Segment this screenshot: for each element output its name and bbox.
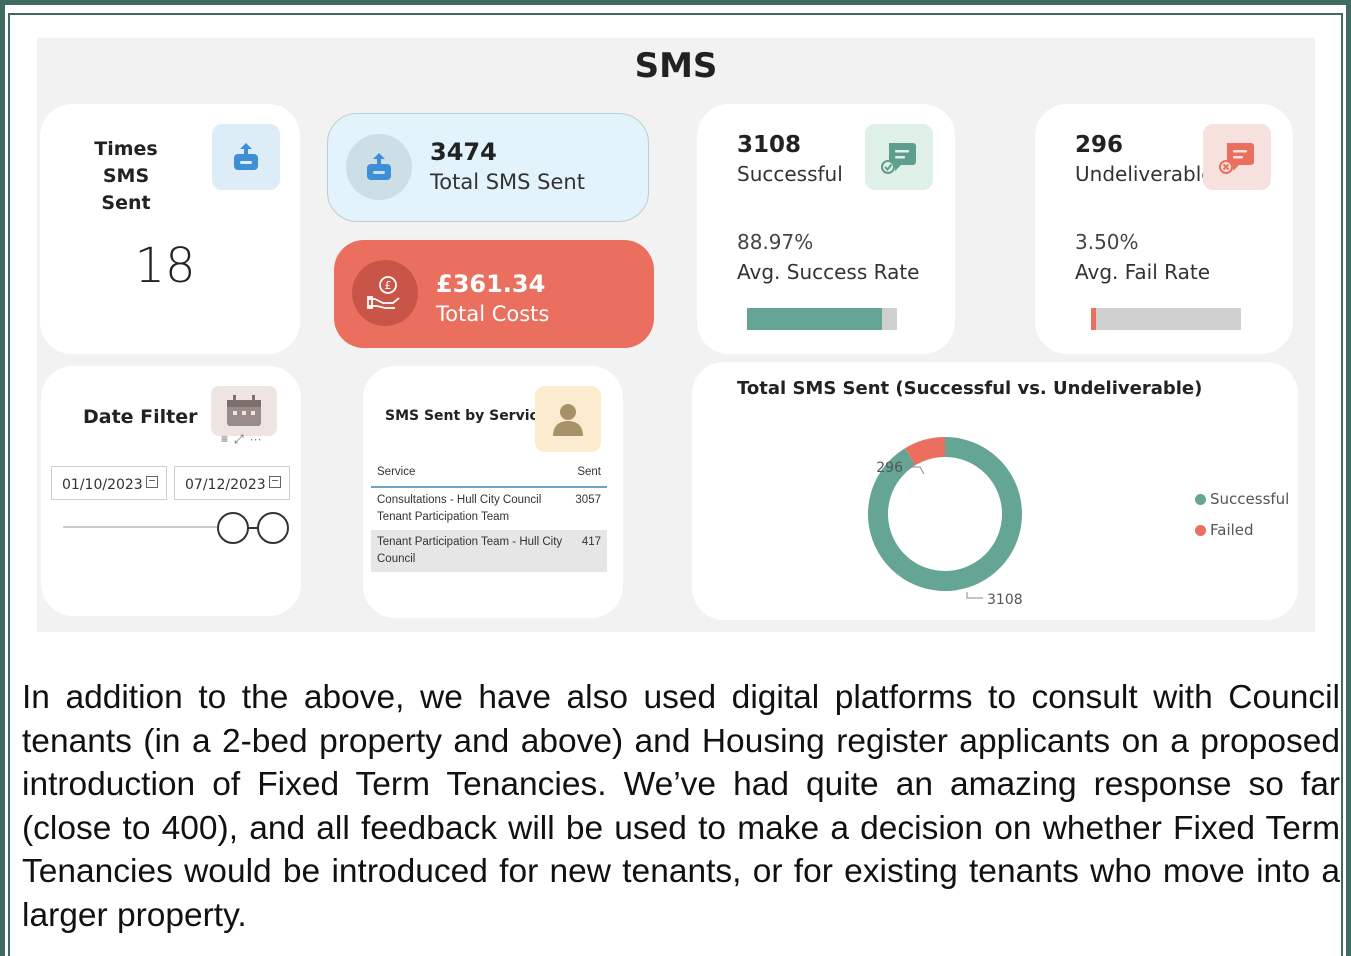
undeliverable-card: 296 Undeliverable 3.50% Avg. Fail Rate [1035,104,1293,354]
times-sms-sent-value: 18 [134,238,196,294]
avg-success-rate-value: 88.97% [737,230,814,254]
person-icon [535,386,601,452]
body-paragraph: In addition to the above, we have also u… [22,679,1340,934]
success-rate-bar [747,308,897,330]
success-rate-bar-fill [747,308,882,330]
data-label-successful: 3108 [987,592,1023,608]
fail-rate-bar-fill [1091,308,1097,330]
successful-label: Successful [737,162,843,186]
table-row[interactable]: Consultations - Hull City Council Tenant… [371,487,607,530]
end-date-value: 07/12/2023 [185,477,266,493]
date-range-slider-track[interactable] [63,526,223,528]
inbox-upload-icon [212,124,280,190]
more-options-icon[interactable]: ⋯ [250,432,268,446]
legend-marker [1195,494,1206,505]
total-sms-sent-label: Total SMS Sent [430,170,585,194]
dashboard-title: SMS [634,46,718,86]
chat-x-icon [1203,124,1271,190]
total-costs-card: £ £361.34 Total Costs [334,240,654,348]
visual-toolbar[interactable]: ≡⤢⋯ [221,432,268,447]
sms-dashboard: SMS Times SMS Sent 18 3474 Total SMS Sen… [37,38,1315,632]
sent-cell: 3057 [575,494,601,506]
total-sms-sent-value: 3474 [430,138,497,166]
undeliverable-label: Undeliverable [1075,162,1214,186]
legend-label: Failed [1210,521,1254,539]
data-label-failed: 296 [876,460,903,476]
svg-text:£: £ [385,279,392,292]
avg-fail-rate-value: 3.50% [1075,230,1139,254]
times-sms-sent-card: Times SMS Sent 18 [40,104,300,354]
legend-label: Successful [1210,490,1290,508]
times-sms-sent-label: Times SMS Sent [94,138,158,214]
total-costs-value: £361.34 [436,270,546,298]
sms-by-service-label: SMS Sent by Service [385,408,548,424]
service-cell: Consultations - Hull City Council Tenant… [377,494,542,523]
chat-check-icon [865,124,933,190]
service-cell: Tenant Participation Team - Hull City Co… [371,530,570,572]
avg-fail-rate-label: Avg. Fail Rate [1075,260,1211,284]
legend-item-failed[interactable]: Failed [1195,521,1254,539]
calendar-picker-icon[interactable] [146,476,158,488]
column-header-sent[interactable]: Sent [569,462,607,488]
inbox-upload-icon [346,134,412,200]
filter-icon[interactable]: ≡ [221,432,234,446]
successful-value: 3108 [737,132,802,158]
date-range-start-handle[interactable] [217,512,249,544]
undeliverable-value: 296 [1075,132,1124,158]
legend-item-successful[interactable]: Successful [1195,490,1289,508]
service-table: Service Sent Consultations - Hull City C… [371,462,607,572]
start-date-value: 01/10/2023 [62,477,143,493]
hand-coin-icon: £ [352,260,418,326]
avg-success-rate-label: Avg. Success Rate [737,260,920,284]
fail-rate-bar [1091,308,1241,330]
date-filter-label: Date Filter [83,406,198,428]
expand-icon[interactable]: ⤢ [234,432,250,446]
date-range-end-handle[interactable] [257,512,289,544]
table-row[interactable]: Tenant Participation Team - Hull City Co… [371,530,607,572]
donut-chart-card: Total SMS Sent (Successful vs. Undeliver… [692,362,1298,620]
date-filter-card: Date Filter ≡⤢⋯ 01/10/2023 07/12/2023 [41,366,301,616]
sms-by-service-card: SMS Sent by Service Service Sent Consult… [363,366,623,618]
calendar-picker-icon[interactable] [269,476,281,488]
total-sms-sent-card: 3474 Total SMS Sent [327,113,649,222]
end-date-input[interactable]: 07/12/2023 [174,466,290,500]
calendar-icon [211,386,277,436]
total-costs-label: Total Costs [436,302,550,326]
legend-marker [1195,525,1206,536]
sent-cell: 417 [569,530,607,572]
data-label-successful-leader-line [966,592,983,599]
column-header-service[interactable]: Service [371,462,570,488]
successful-card: 3108 Successful 88.97% Avg. Success Rate [697,104,955,354]
start-date-input[interactable]: 01/10/2023 [51,466,167,500]
